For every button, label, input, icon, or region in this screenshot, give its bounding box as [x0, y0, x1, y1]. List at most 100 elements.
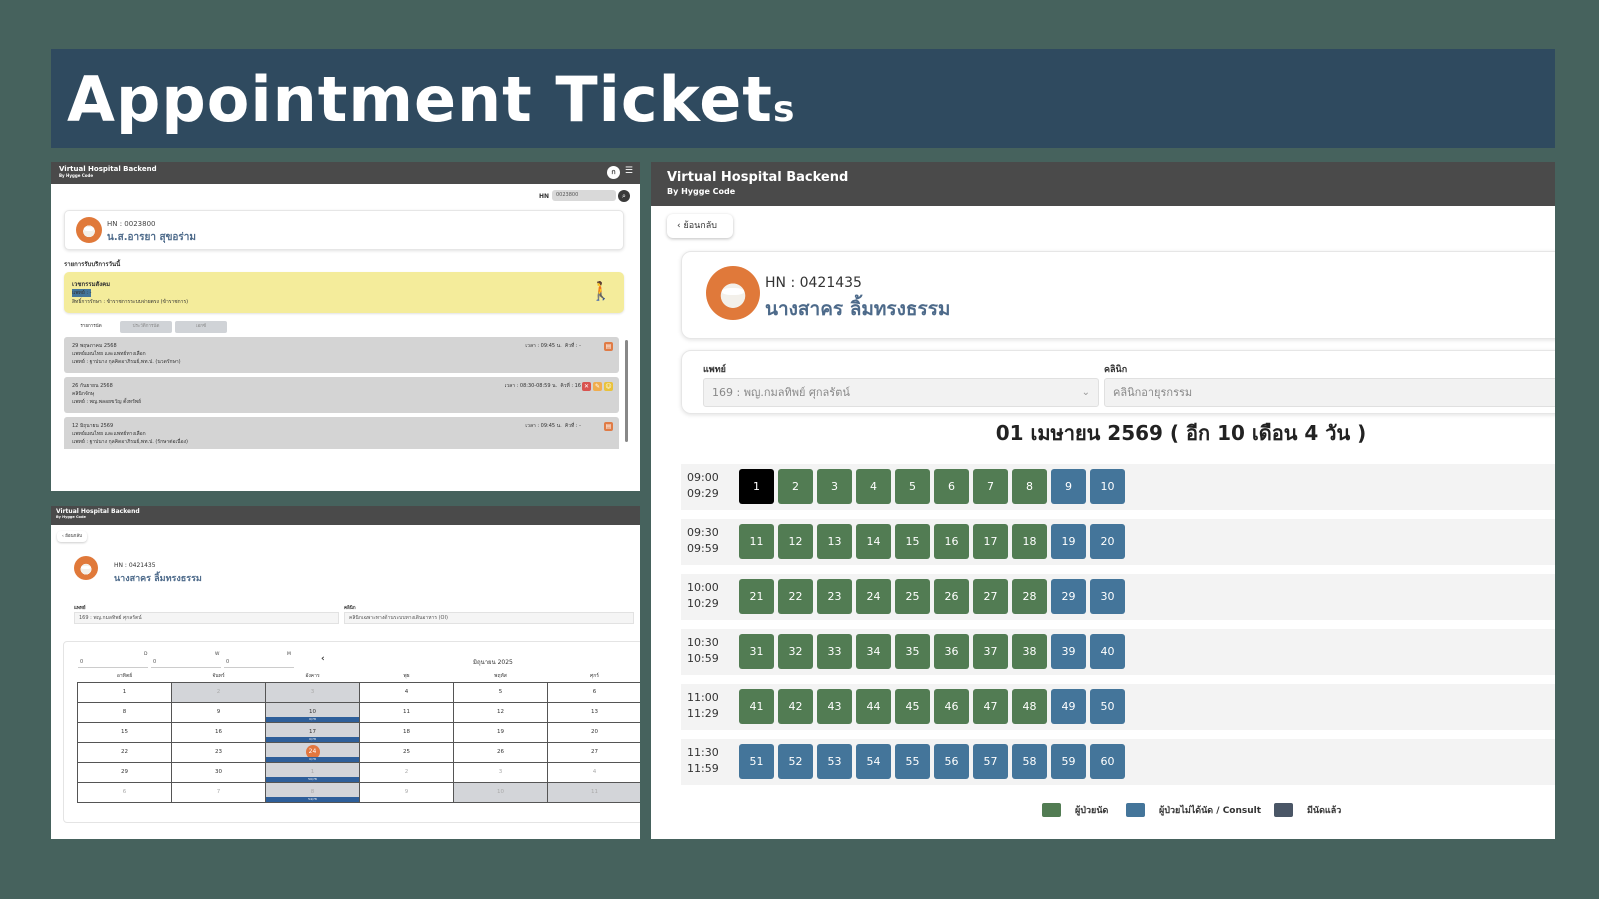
calendar-day-cell[interactable]: 5 — [453, 681, 548, 703]
calendar-day-cell[interactable]: 8 — [77, 701, 172, 723]
queue-slot-button[interactable]: 32 — [778, 634, 813, 669]
edit-icon[interactable]: ✎ — [593, 382, 602, 391]
calendar-day-cell[interactable]: 16 — [171, 721, 266, 743]
queue-slot-button[interactable]: 17 — [973, 524, 1008, 559]
queue-slot-button[interactable]: 34 — [856, 634, 891, 669]
calendar-day-cell[interactable]: 24 0/78 — [265, 741, 360, 763]
hn-search-input[interactable]: 0023800 — [552, 190, 616, 201]
clinic-select[interactable]: คลินิกอายุรกรรม — [1104, 378, 1555, 407]
print-icon[interactable]: ▤ — [604, 342, 613, 351]
queue-slot-button[interactable]: 8 — [1012, 469, 1047, 504]
calendar-day-cell[interactable]: 1 — [77, 681, 172, 703]
calendar-day-cell[interactable]: 11 — [547, 781, 640, 803]
queue-slot-button[interactable]: 55 — [895, 744, 930, 779]
queue-slot-button[interactable]: 20 — [1090, 524, 1125, 559]
queue-slot-button[interactable]: 29 — [1051, 579, 1086, 614]
today-service-card[interactable]: เวชกรรมสังคม แพทย์ : - สิทธิ์การรักษา : … — [64, 272, 624, 313]
queue-slot-button[interactable]: 51 — [739, 744, 774, 779]
calendar-day-cell[interactable]: 9 — [171, 701, 266, 723]
calendar-day-cell[interactable]: 2 — [171, 681, 266, 703]
calendar-day-cell[interactable]: 10 — [453, 781, 548, 803]
calendar-day-cell[interactable]: 11 — [359, 701, 454, 723]
list-item[interactable]: 26 กันยายน 2568 คลินิกจักษุ แพทย์ : พญ.พ… — [64, 377, 619, 413]
calendar-day-cell[interactable]: 15 — [77, 721, 172, 743]
calendar-day-cell[interactable]: 7 — [171, 781, 266, 803]
calendar-day-cell[interactable]: 6 — [77, 781, 172, 803]
queue-slot-button[interactable]: 56 — [934, 744, 969, 779]
queue-slot-button[interactable]: 13 — [817, 524, 852, 559]
queue-slot-button[interactable]: 45 — [895, 689, 930, 724]
queue-slot-button[interactable]: 53 — [817, 744, 852, 779]
queue-slot-button[interactable]: 58 — [1012, 744, 1047, 779]
queue-slot-button[interactable]: 54 — [856, 744, 891, 779]
queue-slot-button[interactable]: 49 — [1051, 689, 1086, 724]
calendar-day-cell[interactable]: 4 — [547, 761, 640, 783]
queue-slot-button[interactable]: 57 — [973, 744, 1008, 779]
calendar-day-cell[interactable]: 25 — [359, 741, 454, 763]
prev-month-button[interactable]: ‹ — [321, 654, 325, 664]
tab-xray[interactable]: เอกซ์ — [175, 321, 227, 333]
queue-slot-button[interactable]: 1 — [739, 469, 774, 504]
queue-slot-button[interactable]: 36 — [934, 634, 969, 669]
queue-slot-button[interactable]: 6 — [934, 469, 969, 504]
queue-slot-button[interactable]: 31 — [739, 634, 774, 669]
doctor-select[interactable]: 169 : พญ.กมลทิพย์ ศุกลรัตน์ — [74, 612, 339, 624]
queue-slot-button[interactable]: 3 — [817, 469, 852, 504]
queue-slot-button[interactable]: 35 — [895, 634, 930, 669]
calendar-day-cell[interactable]: 3 — [265, 681, 360, 703]
list-item[interactable]: 12 มิถุนายน 2569 แพทย์แผนไทย และแพทย์ทาง… — [64, 417, 619, 449]
queue-slot-button[interactable]: 52 — [778, 744, 813, 779]
queue-slot-button[interactable]: 30 — [1090, 579, 1125, 614]
queue-slot-button[interactable]: 12 — [778, 524, 813, 559]
calendar-day-cell[interactable]: 6 — [547, 681, 640, 703]
queue-slot-button[interactable]: 26 — [934, 579, 969, 614]
tab-history[interactable]: ประวัติการนัด — [120, 321, 172, 333]
queue-slot-button[interactable]: 4 — [856, 469, 891, 504]
user-avatar[interactable]: ก — [607, 166, 620, 179]
back-button[interactable]: ‹ ย้อนกลับ — [667, 214, 733, 238]
queue-slot-button[interactable]: 10 — [1090, 469, 1125, 504]
month-input[interactable]: 0 — [224, 659, 294, 668]
queue-slot-button[interactable]: 33 — [817, 634, 852, 669]
calendar-day-cell[interactable]: 18 — [359, 721, 454, 743]
tab-appointments[interactable]: รายการนัด — [65, 321, 117, 333]
queue-slot-button[interactable]: 50 — [1090, 689, 1125, 724]
queue-slot-button[interactable]: 60 — [1090, 744, 1125, 779]
calendar-day-cell[interactable]: 29 — [77, 761, 172, 783]
queue-slot-button[interactable]: 2 — [778, 469, 813, 504]
calendar-day-cell[interactable]: 23 — [171, 741, 266, 763]
day-input[interactable]: 0 — [78, 659, 148, 668]
calendar-day-cell[interactable]: 13 — [547, 701, 640, 723]
queue-slot-button[interactable]: 40 — [1090, 634, 1125, 669]
queue-slot-button[interactable]: 39 — [1051, 634, 1086, 669]
queue-slot-button[interactable]: 23 — [817, 579, 852, 614]
calendar-day-cell[interactable]: 27 — [547, 741, 640, 763]
list-item[interactable]: 29 พฤษภาคม 2568 แพทย์แผนไทย และแพทย์ทางเ… — [64, 337, 619, 373]
calendar-day-cell[interactable]: 9 — [359, 781, 454, 803]
calendar-day-cell[interactable]: 12 — [453, 701, 548, 723]
queue-slot-button[interactable]: 59 — [1051, 744, 1086, 779]
calendar-day-cell[interactable]: 3 — [453, 761, 548, 783]
calendar-day-cell[interactable]: 26 — [453, 741, 548, 763]
queue-slot-button[interactable]: 14 — [856, 524, 891, 559]
queue-slot-button[interactable]: 47 — [973, 689, 1008, 724]
calendar-day-cell[interactable]: 1 50/78 — [265, 761, 360, 783]
calendar-day-cell[interactable]: 8 54/78 — [265, 781, 360, 803]
menu-icon[interactable]: ☰ — [625, 167, 633, 176]
queue-slot-button[interactable]: 24 — [856, 579, 891, 614]
queue-slot-button[interactable]: 44 — [856, 689, 891, 724]
calendar-day-cell[interactable]: 19 — [453, 721, 548, 743]
clinic-select[interactable]: คลินิกเฉพาะทางด้านระบบทางเดินอาหาร (OI) — [344, 612, 634, 624]
calendar-day-cell[interactable]: 2 — [359, 761, 454, 783]
doctor-select[interactable]: 169 : พญ.กมลทิพย์ ศุกลรัตน์ ⌄ — [703, 378, 1099, 407]
queue-slot-button[interactable]: 41 — [739, 689, 774, 724]
calendar-day-cell[interactable]: 22 — [77, 741, 172, 763]
queue-slot-button[interactable]: 15 — [895, 524, 930, 559]
queue-slot-button[interactable]: 19 — [1051, 524, 1086, 559]
queue-slot-button[interactable]: 5 — [895, 469, 930, 504]
smile-icon[interactable]: ☺ — [604, 382, 613, 391]
week-input[interactable]: 0 — [151, 659, 221, 668]
back-button[interactable]: ‹ ย้อนกลับ — [57, 531, 87, 542]
queue-slot-button[interactable]: 38 — [1012, 634, 1047, 669]
calendar-day-cell[interactable]: 30 — [171, 761, 266, 783]
